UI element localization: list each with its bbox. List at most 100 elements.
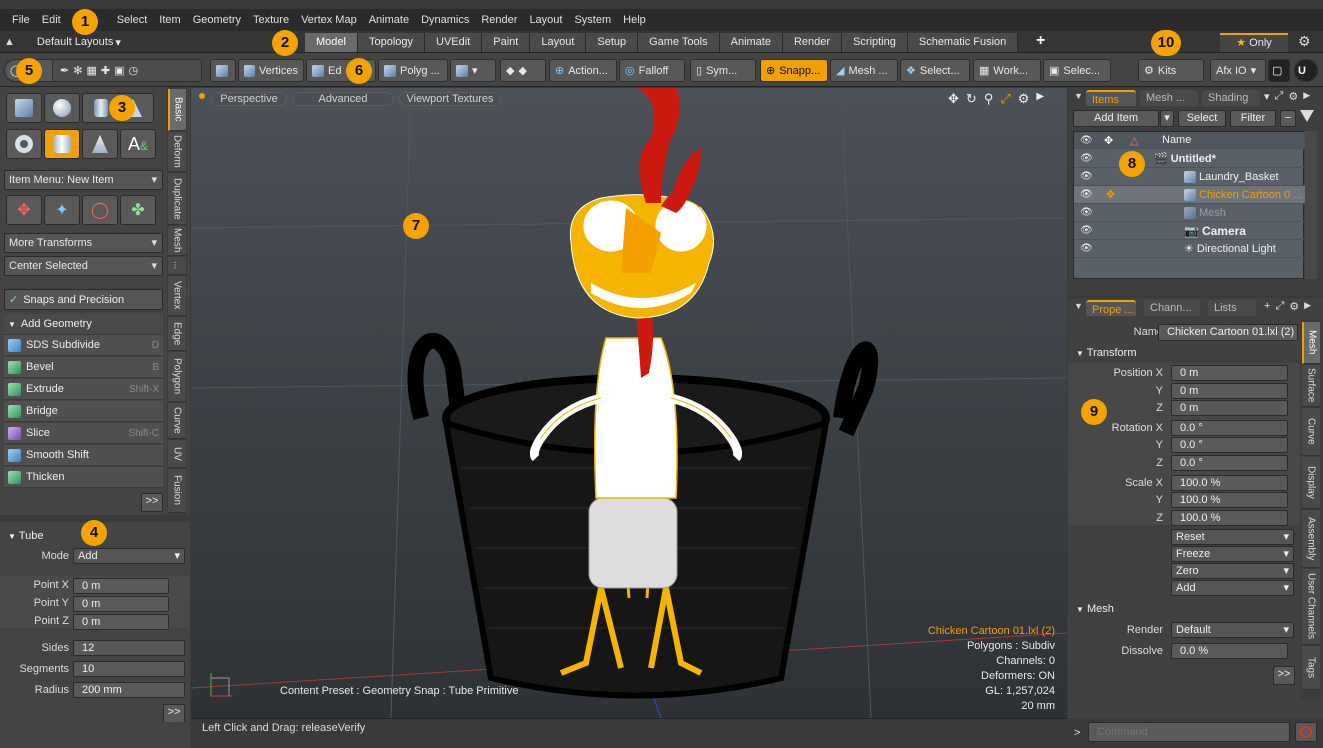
tab-paint[interactable]: Paint [482, 33, 531, 52]
vtab-polygon[interactable]: Polygon [168, 352, 186, 402]
menu-file[interactable]: File [6, 14, 36, 26]
advanced-dropdown[interactable]: Advanced [292, 92, 394, 106]
tool-smooth-shift[interactable]: Smooth Shift [4, 445, 163, 466]
vtab-user-channels[interactable]: User Channels [1302, 569, 1320, 645]
tree-row-camera[interactable]: 👁 📷 Camera [1074, 222, 1305, 240]
tab-schematic-fusion[interactable]: Schematic Fusion [907, 33, 1019, 52]
vtab-uv[interactable]: UV [168, 440, 186, 468]
tree-row-basket[interactable]: 👁 Laundry_Basket [1074, 168, 1305, 186]
expand-arrow-icon[interactable]: ▶ [1036, 91, 1044, 107]
eye-icon[interactable]: 👁 [1080, 189, 1093, 200]
position-x-field[interactable]: 0 m [1171, 365, 1288, 381]
menu-layout[interactable]: Layout [523, 14, 568, 26]
menu-geometry[interactable]: Geometry [187, 14, 247, 26]
position-z-field[interactable]: 0 m [1171, 400, 1288, 416]
tab-game-tools[interactable]: Game Tools [638, 33, 720, 52]
lasso-icon[interactable]: ✻ [73, 64, 82, 77]
timer-icon[interactable]: ◷ [128, 64, 138, 77]
workplane-button[interactable]: ▦ Work... [973, 59, 1041, 82]
command-input[interactable] [1088, 722, 1290, 742]
select-button[interactable]: Select [1178, 110, 1226, 127]
selection-sets-button[interactable]: ▣ Selec... [1043, 59, 1111, 82]
gear-icon[interactable]: ⚙ [1298, 33, 1311, 50]
center-selected-dropdown[interactable]: Center Selected [4, 256, 163, 276]
eye-icon[interactable]: 👁 [1080, 207, 1093, 218]
eye-icon[interactable]: 👁 [1080, 243, 1093, 254]
rotation-y-field[interactable]: 0.0 ° [1171, 437, 1288, 453]
unreal-button[interactable]: U [1294, 59, 1318, 82]
point-y-field[interactable]: 0 m [73, 596, 169, 612]
polygons-button[interactable]: Polyg ... [378, 59, 448, 82]
expand-arrow-icon[interactable]: ▶ [1303, 90, 1310, 103]
mode-dropdown[interactable]: Add [73, 548, 185, 564]
mesh-header[interactable]: ▼ Mesh [1076, 603, 1114, 615]
tab-mesh-ops[interactable]: Mesh ... [1140, 90, 1198, 106]
freeze-dropdown[interactable]: Freeze [1171, 546, 1294, 562]
panel-menu-icon[interactable]: ▼ [1074, 91, 1083, 101]
add-tab-button[interactable]: + [1036, 32, 1045, 50]
collapse-list-button[interactable]: − [1280, 110, 1296, 127]
menu-item[interactable]: Item [153, 14, 186, 26]
tab-animate[interactable]: Animate [719, 33, 783, 52]
cube-primitive-button[interactable] [6, 93, 42, 123]
only-toggle[interactable]: ★ Only [1220, 33, 1288, 52]
scale-tool-button[interactable]: ✤ [120, 195, 156, 225]
menu-vertex-map[interactable]: Vertex Map [295, 14, 363, 26]
snaps-precision-button[interactable]: ✓ Snaps and Precision [4, 289, 163, 310]
vtab-more[interactable]: ... [168, 257, 186, 275]
add-tab-icon[interactable]: + [1264, 300, 1270, 313]
more-props-button[interactable]: >> [163, 704, 185, 723]
transform-header[interactable]: ▼ Transform [1076, 347, 1137, 359]
menu-system[interactable]: System [568, 14, 617, 26]
add-item-button[interactable]: Add Item [1073, 110, 1159, 127]
funnel-icon[interactable] [1300, 110, 1314, 122]
3d-viewport[interactable]: Perspective Advanced Viewport Textures ✥… [191, 88, 1067, 718]
maximize-icon[interactable]: ⤢ [1000, 91, 1010, 107]
menu-texture[interactable]: Texture [247, 14, 295, 26]
tab-items[interactable]: Items [1086, 90, 1136, 106]
tab-layout[interactable]: Layout [530, 33, 587, 52]
segments-field[interactable]: 10 [73, 661, 185, 677]
rotate-tool-button[interactable]: ◯ [82, 195, 118, 225]
select-through-button[interactable]: ❖ Select... [900, 59, 970, 82]
unity-button[interactable]: ▢ [1268, 59, 1290, 82]
eye-icon[interactable]: 👁 [1080, 171, 1093, 182]
vtab-assembly[interactable]: Assembly [1302, 510, 1320, 568]
vtab-surface[interactable]: Surface [1302, 365, 1320, 407]
pan-icon[interactable]: ✥ [948, 91, 959, 107]
name-field[interactable]: Chicken Cartoon 01.lxl (2) [1158, 324, 1298, 341]
tool-bridge[interactable]: Bridge [4, 401, 163, 422]
reset-dropdown[interactable]: Reset [1171, 529, 1294, 545]
tab-model[interactable]: Model [305, 33, 358, 52]
snapping-button[interactable]: ⊕ Snapp... [760, 59, 828, 82]
vtab-basic[interactable]: Basic [168, 89, 186, 131]
more-tools-button[interactable]: >> [141, 493, 163, 512]
add-dropdown[interactable]: Add [1171, 580, 1294, 596]
vtab-duplicate[interactable]: Duplicate [168, 173, 186, 225]
menu-render[interactable]: Render [475, 14, 523, 26]
menu-dynamics[interactable]: Dynamics [415, 14, 475, 26]
afx-io-button[interactable]: Afx IO ▾ [1210, 59, 1266, 82]
gear-icon[interactable]: ⚙ [1018, 91, 1030, 107]
tab-shading[interactable]: Shading [1202, 90, 1260, 106]
vtab-curve[interactable]: Curve [168, 403, 186, 439]
perspective-dropdown[interactable]: Perspective [211, 92, 287, 106]
menu-edit[interactable]: Edit [36, 14, 67, 26]
eye-icon[interactable]: 👁 [1080, 225, 1093, 236]
tool-thicken[interactable]: Thicken [4, 467, 163, 488]
viewport-dot-icon[interactable] [199, 93, 205, 99]
tree-row-chicken[interactable]: 👁 ✥ Chicken Cartoon 0 ... [1074, 186, 1305, 204]
more-props-button[interactable]: >> [1273, 666, 1295, 685]
lock-icon[interactable]: ✥ [1106, 188, 1115, 201]
layout-dropdown[interactable]: ▲ Default Layouts ▾ [4, 31, 121, 53]
grid-icon[interactable]: ▦ [86, 64, 96, 77]
symmetry-button[interactable]: ▯ Sym... [690, 59, 756, 82]
gear-icon[interactable]: ⚙ [1288, 90, 1298, 103]
gear-icon[interactable]: ⚙ [1289, 300, 1299, 313]
point-z-field[interactable]: 0 m [73, 614, 169, 630]
filter-button[interactable]: Filter [1230, 110, 1276, 127]
tree-row-scene[interactable]: 👁 🎬 Untitled* [1074, 150, 1305, 168]
tab-setup[interactable]: Setup [586, 33, 639, 52]
frame-icon[interactable]: ▣ [114, 64, 124, 77]
scale-y-field[interactable]: 100.0 % [1171, 492, 1288, 508]
